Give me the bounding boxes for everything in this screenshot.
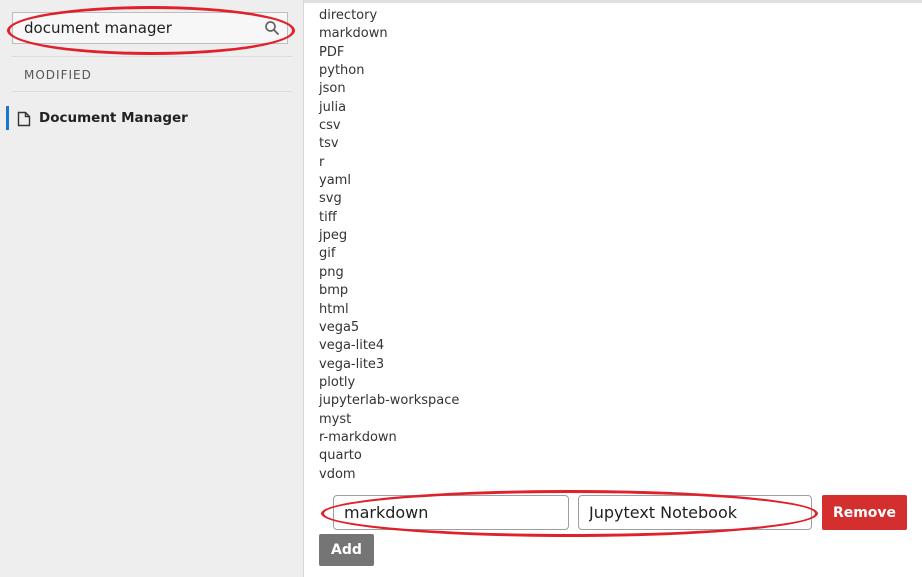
document-icon: [17, 111, 31, 127]
list-item: gif: [319, 246, 336, 262]
top-border: [304, 0, 922, 3]
section-header-modified: MODIFIED: [24, 68, 92, 82]
list-item: jpeg: [319, 228, 348, 244]
add-button[interactable]: Add: [319, 534, 374, 566]
list-item: myst: [319, 411, 352, 427]
list-item: vega-lite3: [319, 356, 385, 372]
remove-button[interactable]: Remove: [822, 495, 907, 530]
list-item: png: [319, 264, 344, 280]
list-item: plotly: [319, 374, 356, 390]
list-item: quarto: [319, 448, 362, 464]
list-item: json: [319, 81, 346, 97]
divider: [12, 56, 292, 57]
divider: [12, 91, 292, 92]
list-item: html: [319, 301, 349, 317]
sidebar-item-document-manager[interactable]: Document Manager: [6, 106, 298, 130]
list-item: PDF: [319, 44, 345, 60]
list-item: vega5: [319, 319, 360, 335]
factory-field[interactable]: [578, 495, 812, 530]
settings-sidebar: MODIFIED Document Manager: [0, 0, 304, 577]
active-indicator: [6, 106, 9, 130]
list-item: csv: [319, 118, 341, 134]
sidebar-item-label: Document Manager: [39, 110, 188, 126]
list-item: tiff: [319, 209, 337, 225]
list-item: markdown: [319, 26, 388, 42]
search-icon[interactable]: [263, 19, 281, 37]
list-item: python: [319, 63, 365, 79]
list-item: jupyterlab-workspace: [319, 393, 460, 409]
list-item: tsv: [319, 136, 339, 152]
list-item: svg: [319, 191, 342, 207]
search-input[interactable]: [13, 13, 263, 43]
settings-editor: MODIFIED Document Manager directory mark…: [0, 0, 922, 577]
list-item: vega-lite4: [319, 338, 385, 354]
list-item: bmp: [319, 283, 349, 299]
list-item: yaml: [319, 173, 351, 189]
list-item: directory: [319, 8, 378, 23]
search-box: [12, 12, 288, 44]
list-item: r: [319, 154, 325, 170]
file-type-field[interactable]: [333, 495, 569, 530]
list-item: vdom: [319, 466, 356, 482]
list-item: r-markdown: [319, 429, 397, 445]
list-item: julia: [319, 99, 347, 115]
file-type-list: directory markdown PDF python json julia…: [319, 7, 459, 484]
